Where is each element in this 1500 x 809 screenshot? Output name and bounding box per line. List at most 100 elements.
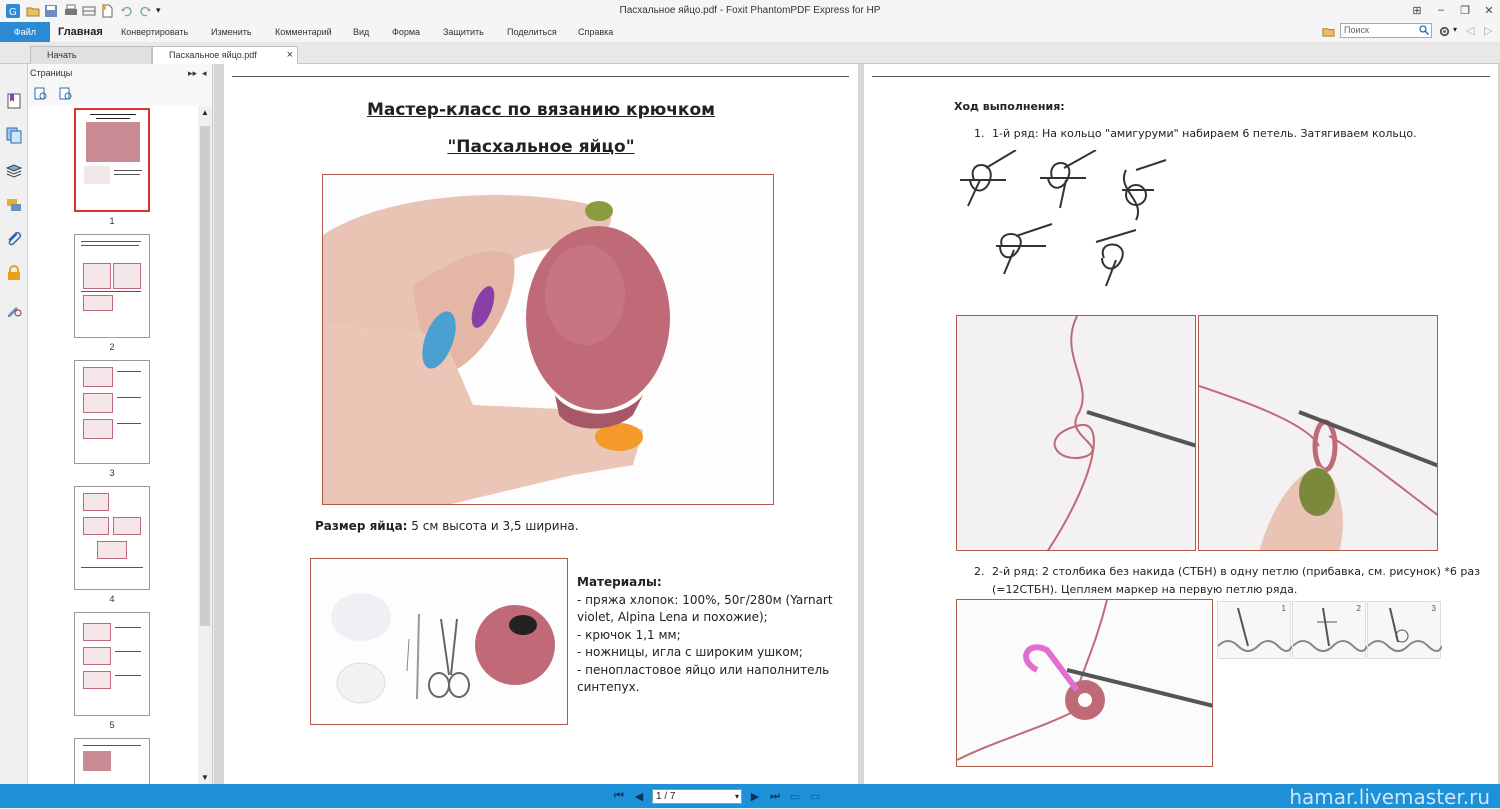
materials-item-2: violet, Alpina Lena и похожие); — [577, 610, 768, 624]
step1-number: 1. — [974, 127, 985, 140]
step1-photo-left — [956, 315, 1196, 551]
page-zoom-in-icon[interactable] — [34, 87, 48, 101]
pages-panel: Страницы ▸▸ ◂ 1 2 3 4 5 ▲ ▼ — [28, 64, 213, 784]
navigation-icon-strip — [0, 64, 28, 784]
thumbnail-number-5: 5 — [109, 720, 115, 730]
tab-start[interactable]: Начать — [30, 46, 152, 64]
pages-panel-title: Страницы — [30, 68, 73, 78]
thumbnail-number-3: 3 — [109, 468, 115, 478]
back-arrow-icon[interactable]: ◁ — [1466, 24, 1474, 37]
forward-arrow-icon[interactable]: ▷ — [1484, 24, 1492, 37]
minimize-button[interactable]: – — [1434, 2, 1448, 18]
comments-icon[interactable] — [5, 196, 23, 214]
next-page-icon[interactable]: ▶ — [748, 789, 762, 803]
first-page-icon[interactable]: ⏮ — [612, 789, 626, 803]
page-zoom-out-icon[interactable] — [59, 87, 73, 101]
panel-expand-icon[interactable]: ▸▸ — [188, 64, 197, 82]
scroll-down-icon[interactable]: ▼ — [201, 773, 209, 782]
layers-icon[interactable] — [5, 162, 23, 180]
page-number-value: 1 / 7 — [656, 790, 676, 802]
find-folder-icon[interactable] — [1322, 25, 1335, 38]
stitch-diagram-2: 2 — [1292, 601, 1368, 659]
restore-button[interactable]: ❐ — [1458, 2, 1472, 18]
thumbnail-number-4: 4 — [109, 594, 115, 604]
previous-page-icon[interactable]: ◀ — [632, 789, 646, 803]
tab-file[interactable]: Файл — [0, 22, 50, 42]
tab-help[interactable]: Справка — [578, 22, 613, 42]
step2-text-line1: 2-й ряд: 2 столбика без накида (СТБН) в … — [992, 565, 1480, 578]
title-bar: G ▾ Пасхальное яйцо.pdf - Foxit PhantomP… — [0, 0, 1500, 22]
page-navigation: ⏮ ◀ 1 / 7 ▾ ▶ ⏭ ▭ ▭ — [612, 787, 822, 805]
stitch-diagram-number-3: 3 — [1431, 604, 1436, 613]
page-thumbnail-4[interactable] — [74, 486, 150, 590]
search-input[interactable]: Поиск — [1340, 23, 1432, 38]
status-bar: ⏮ ◀ 1 / 7 ▾ ▶ ⏭ ▭ ▭ hamar.livemaster.ru — [0, 784, 1500, 809]
page-top-rule — [232, 76, 849, 77]
tab-view[interactable]: Вид — [353, 22, 369, 42]
tab-protect[interactable]: Защитить — [443, 22, 484, 42]
tab-comment[interactable]: Комментарий — [275, 22, 332, 42]
ribbon-tabs: Файл Главная Конвертировать Изменить Ком… — [0, 22, 1500, 42]
tab-document-label: Пасхальное яйцо.pdf — [169, 50, 257, 60]
materials-list: Материалы: - пряжа хлопок: 100%, 50г/280… — [577, 574, 837, 697]
panel-collapse-icon[interactable]: ◂ — [202, 64, 207, 82]
settings-gear-icon[interactable] — [1438, 25, 1451, 38]
thumbnail-number-2: 2 — [109, 342, 115, 352]
materials-photo — [310, 558, 568, 725]
materials-item-5: - пенопластовое яйцо или наполнитель — [577, 662, 830, 677]
attachments-icon[interactable] — [5, 230, 23, 248]
pages-panel-header: Страницы ▸▸ ◂ — [28, 64, 213, 82]
layout-icon[interactable]: ⊞ — [1410, 2, 1424, 18]
hook-ring-image-1 — [957, 316, 1195, 550]
stitch-diagram-3: 3 — [1367, 601, 1443, 659]
page-thumbnail-1[interactable] — [74, 108, 150, 212]
page-thumbnail-3[interactable] — [74, 360, 150, 464]
page-thumbnail-6[interactable] — [74, 738, 150, 784]
settings-dropdown-icon[interactable]: ▾ — [1453, 25, 1457, 34]
page-dropdown-icon[interactable]: ▾ — [735, 790, 739, 803]
tab-form[interactable]: Форма — [392, 22, 420, 42]
last-page-icon[interactable]: ⏭ — [768, 789, 782, 803]
tab-start-label: Начать — [47, 50, 77, 60]
bookmarks-icon[interactable] — [5, 92, 23, 110]
step2-text-line2: (=12СТБН). Цепляем маркер на первую петл… — [992, 583, 1298, 596]
signature-search-icon[interactable] — [5, 300, 23, 318]
page-subtitle: "Пасхальное яйцо" — [447, 137, 635, 157]
materials-image — [311, 559, 567, 724]
page-title: Мастер-класс по вязанию крючком — [366, 100, 716, 120]
tab-home[interactable]: Главная — [58, 22, 103, 42]
page-number-input[interactable]: 1 / 7 ▾ — [652, 788, 742, 804]
magic-ring-diagram — [960, 150, 1167, 287]
step2-number: 2. — [974, 565, 985, 578]
thumbnail-number-1: 1 — [109, 216, 115, 226]
page-thumbnail-5[interactable] — [74, 612, 150, 716]
scrollbar-thumb[interactable] — [200, 126, 210, 626]
egg-size-value: 5 см высота и 3,5 ширина. — [407, 519, 579, 533]
materials-item-1: - пряжа хлопок: 100%, 50г/280м (Yarnart — [577, 592, 833, 607]
close-window-button[interactable]: ✕ — [1482, 2, 1496, 18]
materials-item-4: - ножницы, игла с широким ушком; — [577, 645, 803, 659]
scroll-up-icon[interactable]: ▲ — [201, 108, 209, 117]
page-thumbnails-list: 1 2 3 4 5 — [28, 106, 198, 784]
pdf-page-1: Мастер-класс по вязанию крючком "Пасхаль… — [224, 64, 858, 784]
search-icon[interactable] — [1419, 25, 1429, 35]
next-view-icon[interactable]: ▭ — [808, 789, 822, 803]
tab-document[interactable]: Пасхальное яйцо.pdf × — [152, 46, 298, 64]
hook-ring-image-2 — [1199, 316, 1437, 550]
tab-convert[interactable]: Конвертировать — [121, 22, 188, 42]
security-lock-icon[interactable] — [5, 264, 23, 282]
materials-item-3: - крючок 1,1 мм; — [577, 627, 681, 642]
close-tab-button[interactable]: × — [287, 47, 293, 64]
step1-text: 1-й ряд: На кольцо "амигуруми" набираем … — [992, 127, 1417, 140]
pages-icon[interactable] — [5, 126, 23, 144]
previous-view-icon[interactable]: ▭ — [788, 789, 802, 803]
document-view: Мастер-класс по вязанию крючком "Пасхаль… — [214, 64, 1500, 784]
window-title: Пасхальное яйцо.pdf - Foxit PhantomPDF E… — [619, 5, 881, 16]
document-tabs: Начать Пасхальное яйцо.pdf × — [0, 42, 1500, 64]
tab-edit[interactable]: Изменить — [211, 22, 252, 42]
tab-share[interactable]: Поделиться — [507, 22, 557, 42]
egg-in-hand-image — [323, 175, 773, 504]
egg-size-label: Размер яйца: — [315, 519, 408, 533]
page-thumbnail-2[interactable] — [74, 234, 150, 338]
thumbnails-scrollbar[interactable]: ▲ ▼ — [198, 106, 212, 784]
